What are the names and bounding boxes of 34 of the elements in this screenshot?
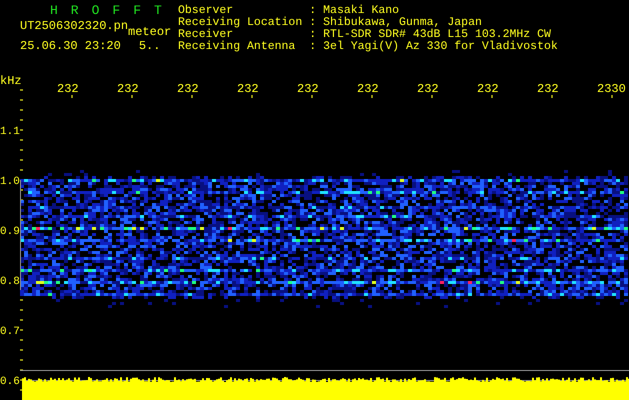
file-name: UT2506302320.pn <box>20 19 128 33</box>
time-label: 2330 <box>597 82 626 96</box>
info-label: Receiving Location <box>178 17 302 29</box>
time-label: 232 <box>357 82 379 96</box>
time-label: 232 <box>417 82 439 96</box>
info-label: Receiving Antenna <box>178 41 296 53</box>
info-separator: : <box>309 41 316 53</box>
frequency-label: 0.8 <box>0 276 20 288</box>
frequency-label: 0.6 <box>0 376 20 388</box>
frequency-label: 0.7 <box>0 326 20 338</box>
app-title: HROFFT <box>49 3 175 19</box>
frequency-label: 1.1 <box>0 126 20 138</box>
frequency-label: 1.0 <box>0 176 20 188</box>
date-time: 25.06.30 23:20 <box>20 39 121 53</box>
info-separator: : <box>309 17 316 29</box>
info-value: Masaki Kano <box>323 5 400 17</box>
info-separator: : <box>309 5 316 17</box>
info-value: Shibukawa, Gunma, Japan <box>323 17 483 29</box>
frequency-label: 0.9 <box>0 226 20 238</box>
info-label: Observer <box>178 5 234 17</box>
unit-label: kHz <box>0 74 22 88</box>
time-label: 232 <box>297 82 319 96</box>
time-label: 232 <box>177 82 199 96</box>
info-value: 3el Yagi(V) Az 330 for Vladivostok <box>323 41 558 53</box>
info-value: RTL-SDR SDR# 43dB L15 103.2MHz CW <box>323 29 551 41</box>
time-label: 232 <box>477 82 499 96</box>
time-label: 232 <box>237 82 259 96</box>
time-label: 232 <box>57 82 79 96</box>
info-separator: : <box>309 29 316 41</box>
count-value: 5.. <box>138 39 160 53</box>
time-label: 232 <box>537 82 559 96</box>
time-label: 232 <box>117 82 139 96</box>
info-label: Receiver <box>178 29 234 41</box>
detection-tag: meteor <box>128 25 172 39</box>
